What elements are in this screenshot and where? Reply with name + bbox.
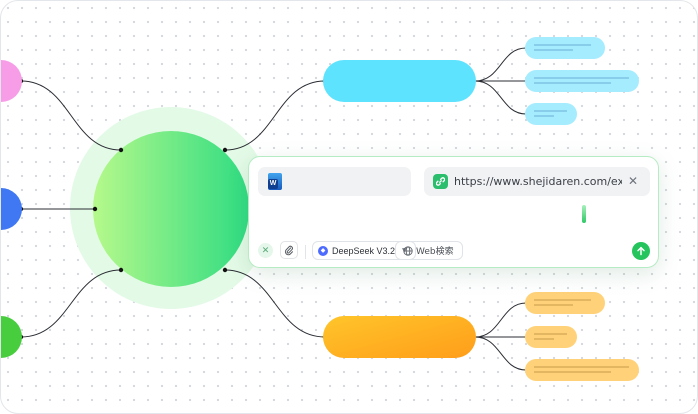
attach-button[interactable] xyxy=(280,241,298,259)
topic-node-orange[interactable] xyxy=(323,316,476,358)
paperclip-icon xyxy=(284,245,293,255)
send-button[interactable] xyxy=(632,242,650,260)
word-doc-icon: W xyxy=(268,173,282,190)
leaf-node[interactable] xyxy=(525,359,639,381)
leaf-node[interactable] xyxy=(525,103,577,125)
toolbar-divider xyxy=(305,245,306,259)
text-cursor-indicator xyxy=(582,205,586,223)
deepseek-logo-icon: ◆ xyxy=(318,245,328,256)
leaf-node[interactable] xyxy=(525,70,639,92)
arrow-up-icon xyxy=(637,246,645,256)
globe-icon xyxy=(403,245,413,256)
topic-node-cyan[interactable] xyxy=(323,60,476,102)
model-label: DeepSeek V3.2 xyxy=(332,245,396,256)
web-search-toggle[interactable]: Web検索 xyxy=(395,241,463,260)
link-icon xyxy=(433,174,448,189)
attached-url-chip[interactable]: https://www.shejidaren.com/exam··· ✕ xyxy=(424,167,650,196)
web-search-label: Web検索 xyxy=(416,247,454,257)
attached-document-chip[interactable]: W xyxy=(258,167,411,196)
leaf-node[interactable] xyxy=(525,326,577,348)
left-node-blue[interactable] xyxy=(1,188,22,230)
left-node-green[interactable] xyxy=(1,316,22,358)
leaf-node[interactable] xyxy=(525,292,605,314)
remove-url-button[interactable]: ✕ xyxy=(628,174,638,188)
mindmap-canvas: W https://www.shejidaren.com/exam··· ✕ ✕… xyxy=(0,0,698,414)
url-text: https://www.shejidaren.com/exam··· xyxy=(454,175,622,188)
ai-input-panel: W https://www.shejidaren.com/exam··· ✕ ✕… xyxy=(248,156,659,268)
leaf-node[interactable] xyxy=(525,37,605,59)
central-topic-node[interactable] xyxy=(93,131,249,287)
clear-button[interactable]: ✕ xyxy=(258,243,273,258)
left-node-pink[interactable] xyxy=(1,60,22,102)
